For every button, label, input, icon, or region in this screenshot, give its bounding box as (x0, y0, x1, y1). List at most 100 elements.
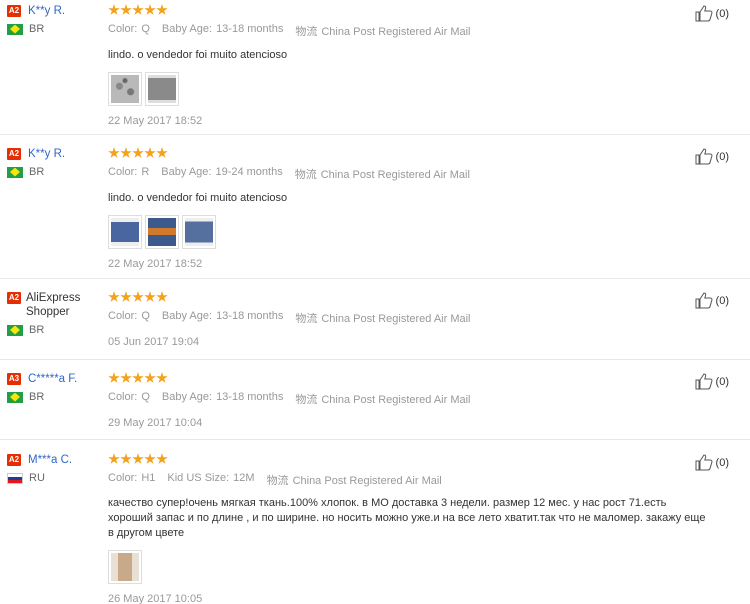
size-label: Baby Age: (161, 23, 213, 35)
color-value: Q (141, 391, 150, 403)
reviewer-info: A2 K**y R. BR (7, 4, 102, 35)
review-item: A2 AliExpress Shopper BR Color: Q Baby Ag… (0, 291, 750, 360)
reviewer-name[interactable]: K**y R. (28, 147, 65, 161)
size-value: 13-18 months (216, 23, 284, 35)
star-icon (120, 453, 132, 464)
helpful-button[interactable]: (0) (695, 5, 729, 22)
helpful-button[interactable]: (0) (695, 292, 729, 309)
star-icon (144, 372, 156, 383)
level-badge: A2 (7, 454, 21, 466)
brazil-flag-icon (7, 166, 23, 178)
russia-flag-icon (7, 472, 23, 484)
star-icon (144, 147, 156, 158)
review-date: 22 May 2017 18:52 (108, 115, 203, 127)
star-icon (132, 453, 144, 464)
country-code: BR (29, 166, 45, 178)
star-icon (132, 372, 144, 383)
star-icon (108, 372, 120, 383)
country-code: RU (29, 472, 45, 484)
logistics-label: 物流 (294, 169, 317, 181)
size-label: Kid US Size: (167, 472, 230, 484)
like-count: (0) (715, 456, 729, 469)
reviewer-name: AliExpress Shopper (26, 292, 81, 318)
review-item: A2 K**y R. BR Color: R Baby Age: 19-24 mon… (0, 147, 750, 279)
reviewer-info: A3 C*****a F. BR (7, 372, 102, 403)
level-badge: A2 (7, 148, 21, 160)
review-item: A3 C*****a F. BR Color: Q Baby Age: 13-18 … (0, 372, 750, 440)
photo-thumbnail[interactable] (182, 215, 216, 249)
logistics-label: 物流 (266, 475, 289, 487)
review-text: lindo. o vendedor foi muito atencioso (108, 192, 288, 204)
reviewer-name[interactable]: M***a C. (28, 453, 72, 467)
level-badge: A3 (7, 373, 21, 385)
review-photos (108, 72, 688, 106)
color-label: Color: (108, 391, 138, 403)
star-icon (120, 4, 132, 15)
thumbs-up-icon (695, 5, 713, 22)
color-value: Q (141, 23, 150, 35)
review-text: качество супер!очень мягкая ткань.100% х… (108, 497, 706, 539)
helpful-button[interactable]: (0) (695, 148, 729, 165)
country-code: BR (29, 23, 45, 35)
star-rating (108, 4, 688, 17)
star-rating (108, 453, 688, 466)
size-value: 13-18 months (216, 310, 284, 322)
thumbs-up-icon (695, 373, 713, 390)
reviewer-name[interactable]: K**y R. (28, 4, 65, 18)
star-icon (120, 291, 132, 302)
star-rating (108, 147, 688, 160)
logistics-value: China Post Registered Air Mail (321, 313, 471, 325)
star-icon (156, 147, 168, 158)
photo-thumbnail[interactable] (145, 72, 179, 106)
order-info: Color: R Baby Age: 19-24 months 物流 China Po… (108, 166, 688, 182)
review-date: 29 May 2017 10:04 (108, 417, 203, 429)
color-label: Color: (108, 23, 138, 35)
order-info: Color: Q Baby Age: 13-18 months 物流 China Po… (108, 391, 688, 407)
star-icon (108, 291, 120, 302)
like-count: (0) (715, 294, 729, 307)
reviewer-info: A2 K**y R. BR (7, 147, 102, 178)
logistics-value: China Post Registered Air Mail (320, 169, 470, 181)
review-item: A2 K**y R. BR Color: Q Baby Age: 13-18 mon… (0, 4, 750, 135)
color-label: Color: (108, 166, 138, 178)
size-value: 12M (233, 472, 255, 484)
logistics-label: 物流 (295, 313, 318, 325)
logistics-value: China Post Registered Air Mail (292, 475, 442, 487)
helpful-button[interactable]: (0) (695, 373, 729, 390)
size-value: 13-18 months (216, 391, 284, 403)
color-value: H1 (141, 472, 156, 484)
photo-thumbnail[interactable] (108, 72, 142, 106)
review-date: 05 Jun 2017 19:04 (108, 336, 200, 348)
logistics-label: 物流 (295, 394, 318, 406)
order-info: Color: H1 Kid US Size: 12M 物流 China Post Re… (108, 472, 688, 488)
brazil-flag-icon (7, 391, 23, 403)
star-icon (144, 453, 156, 464)
logistics-value: China Post Registered Air Mail (321, 26, 471, 38)
reviewer-name[interactable]: C*****a F. (28, 372, 77, 386)
helpful-button[interactable]: (0) (695, 454, 729, 471)
star-icon (132, 4, 144, 15)
photo-thumbnail[interactable] (145, 215, 179, 249)
photo-thumbnail[interactable] (108, 550, 142, 584)
photo-thumbnail[interactable] (108, 215, 142, 249)
thumbs-up-icon (695, 454, 713, 471)
review-photos (108, 550, 688, 584)
star-icon (156, 4, 168, 15)
star-icon (144, 291, 156, 302)
size-value: 19-24 months (215, 166, 283, 178)
level-badge: A2 (7, 5, 21, 17)
level-badge: A2 (7, 292, 21, 304)
star-icon (132, 147, 144, 158)
color-label: Color: (108, 310, 138, 322)
color-value: Q (141, 310, 150, 322)
brazil-flag-icon (7, 324, 23, 336)
order-info: Color: Q Baby Age: 13-18 months 物流 China Po… (108, 23, 688, 39)
like-count: (0) (715, 150, 729, 163)
star-icon (108, 453, 120, 464)
star-icon (108, 4, 120, 15)
review-text: lindo. o vendedor foi muito atencioso (108, 49, 288, 61)
review-date: 22 May 2017 18:52 (108, 258, 203, 270)
star-rating (108, 372, 688, 385)
review-item: A2 M***a C. RU Color: H1 Kid US Size: 12M … (0, 453, 750, 604)
star-icon (144, 4, 156, 15)
